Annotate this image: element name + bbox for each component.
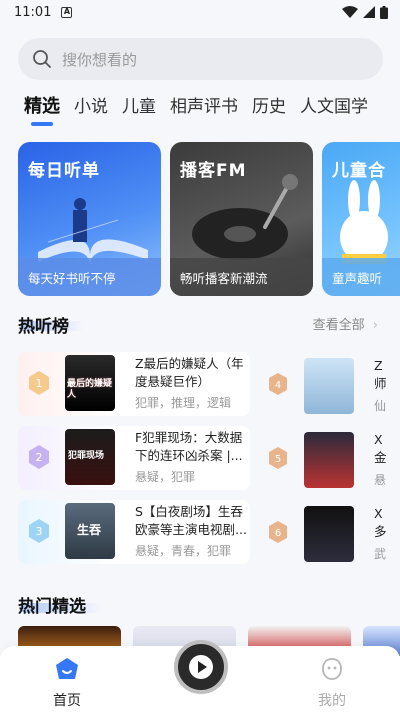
nav-home[interactable]: 首页 <box>37 656 97 710</box>
tab-history[interactable]: 历史 <box>252 92 286 118</box>
search-bar[interactable]: 搜你想看的 <box>18 38 383 80</box>
chevron-right-icon: › <box>372 318 378 333</box>
svg-text:3: 3 <box>36 525 43 538</box>
book-cover <box>304 432 354 488</box>
signal-icon <box>363 6 375 18</box>
featured-title: 热门精选 <box>18 597 86 617</box>
banner-carousel: 每日听单 每天好书听不停 播客FM 畅听播客新潮流 儿童合 童声趣听 <box>18 142 400 296</box>
book-cover <box>304 358 354 414</box>
status-bar: 11:01 A <box>0 0 400 24</box>
active-tab-indicator <box>31 122 53 126</box>
banner-subtitle: 畅听播客新潮流 <box>170 258 313 296</box>
svg-text:4: 4 <box>275 380 281 391</box>
rank-badge-silver-icon: 2 <box>29 445 49 469</box>
list-item[interactable]: 1 最后的嫌疑人 Z最后的嫌疑人（年度悬疑巨作） 犯罪，推理，逻辑 <box>18 352 250 416</box>
notification-icon: A <box>61 6 73 18</box>
item-title: Z最后的嫌疑人（年度悬疑巨作） <box>135 356 244 389</box>
item-tags: 悬疑，青春，犯罪 <box>135 544 232 558</box>
rank-badge-bronze-icon: 3 <box>29 519 49 543</box>
list-item[interactable]: 3 生吞 S【白夜剧场】生吞 欧豪等主演电视剧... 悬疑，青春，犯罪 <box>18 500 250 564</box>
profile-icon <box>322 658 342 680</box>
item-title: F犯罪现场：大数据下的连环凶杀案 |... <box>135 430 243 463</box>
category-tabs: 精选 小说 儿童 相声评书 历史 人文国学 <box>24 92 368 118</box>
list-item[interactable]: 5 X 金 悬 <box>268 429 400 493</box>
battery-icon <box>380 5 388 19</box>
search-icon <box>33 50 51 68</box>
book-cover: 最后的嫌疑人 <box>65 355 115 411</box>
svg-text:5: 5 <box>275 454 281 465</box>
hot-list-title: 热听榜 <box>18 317 69 337</box>
banner-title: 每日听单 <box>28 161 100 181</box>
banner-subtitle: 每天好书听不停 <box>18 258 161 296</box>
item-title: X 金 <box>374 432 387 465</box>
item-tags: 悬疑，犯罪 <box>135 470 196 484</box>
nav-home-label: 首页 <box>53 693 81 709</box>
home-icon <box>56 658 78 679</box>
item-title: X 多 <box>374 506 387 539</box>
banner-children[interactable]: 儿童合 童声趣听 <box>322 142 400 296</box>
banner-title: 播客FM <box>180 161 247 181</box>
nav-me[interactable]: 我的 <box>302 656 362 710</box>
player-button[interactable] <box>174 640 228 694</box>
cover-text: 犯罪现场 <box>68 451 105 461</box>
rank-badge-icon: 4 <box>269 373 287 395</box>
tab-children[interactable]: 儿童 <box>122 92 156 118</box>
item-title: S【白夜剧场】生吞 欧豪等主演电视剧... <box>135 504 247 537</box>
item-tags: 武 <box>374 547 387 561</box>
book-cover: 生吞 <box>65 503 115 559</box>
item-tags: 仙 <box>374 399 387 413</box>
banner-daily-list[interactable]: 每日听单 每天好书听不停 <box>18 142 161 296</box>
item-title: Z 师 <box>374 358 387 391</box>
nav-me-label: 我的 <box>318 693 346 709</box>
item-tags: 犯罪，推理，逻辑 <box>135 396 232 410</box>
svg-text:1: 1 <box>36 377 43 390</box>
book-cover <box>304 506 354 562</box>
banner-podcast-fm[interactable]: 播客FM 畅听播客新潮流 <box>170 142 313 296</box>
rank-badge-icon: 5 <box>269 447 287 469</box>
status-time: 11:01 <box>14 4 52 20</box>
svg-text:6: 6 <box>275 528 281 539</box>
cover-text: 最后的嫌疑人 <box>67 379 113 400</box>
cover-text: 生吞 <box>77 523 102 537</box>
tab-featured[interactable]: 精选 <box>24 92 60 118</box>
wifi-icon <box>342 6 358 18</box>
svg-text:2: 2 <box>36 451 43 464</box>
tab-novel[interactable]: 小说 <box>74 92 108 118</box>
item-tags: 悬 <box>374 473 387 487</box>
list-item[interactable]: 2 犯罪现场 F犯罪现场：大数据下的连环凶杀案 |... 悬疑，犯罪 <box>18 426 250 490</box>
tab-humanities[interactable]: 人文国学 <box>300 92 368 118</box>
banner-title: 儿童合 <box>332 161 386 181</box>
rank-badge-icon: 6 <box>269 521 287 543</box>
see-all-link[interactable]: 查看全部 › <box>313 314 378 333</box>
list-item[interactable]: 4 Z 师 仙 <box>268 355 400 419</box>
rank-badge-gold-icon: 1 <box>29 371 49 395</box>
search-input[interactable]: 搜你想看的 <box>62 49 137 70</box>
banner-subtitle: 童声趣听 <box>322 258 400 296</box>
see-all-label: 查看全部 <box>312 318 365 333</box>
play-icon <box>189 655 213 679</box>
book-cover: 犯罪现场 <box>65 429 115 485</box>
list-item[interactable]: 6 X 多 武 <box>268 503 400 567</box>
tab-crosstalk[interactable]: 相声评书 <box>170 92 238 118</box>
